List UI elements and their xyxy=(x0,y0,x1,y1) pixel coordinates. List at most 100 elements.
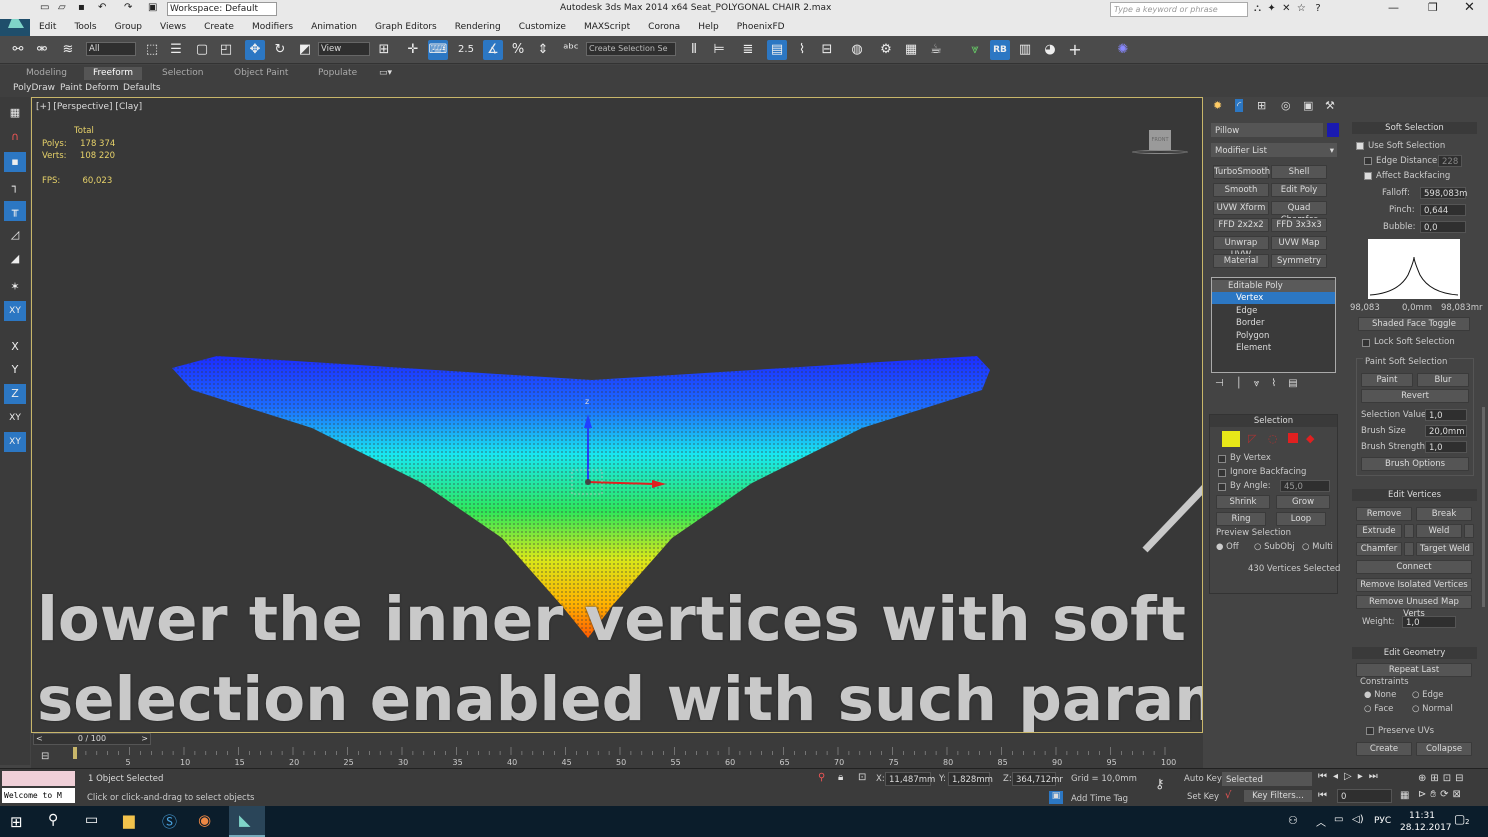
viewcube-ring[interactable] xyxy=(1132,150,1188,154)
ring-button[interactable]: Ring xyxy=(1216,512,1266,526)
soft-selection-header[interactable]: Soft Selection xyxy=(1352,122,1477,134)
ribbon-subtab-paint-deform[interactable]: Paint Deform xyxy=(60,82,119,95)
ribbon-tab-object-paint[interactable]: Object Paint xyxy=(234,67,288,80)
modifier-button-ffd-3x3x3[interactable]: FFD 3x3x3 xyxy=(1271,218,1327,233)
lock-soft-selection-checkbox[interactable] xyxy=(1362,339,1370,347)
ribbon-tab-modeling[interactable]: Modeling xyxy=(26,67,67,80)
target-weld-button[interactable]: Target Weld xyxy=(1416,542,1474,556)
close-icon[interactable]: ✕ xyxy=(1464,0,1475,15)
extrude-button[interactable]: Extrude xyxy=(1356,524,1402,538)
edge-snap-icon[interactable]: ◿ xyxy=(4,225,26,245)
rb-plugin-icon[interactable]: RB xyxy=(990,40,1010,60)
teapot-icon[interactable]: ◕ xyxy=(1040,40,1060,60)
project-folder-icon[interactable]: ▣ xyxy=(148,2,157,13)
maximize-viewport-icon[interactable]: ⊠ xyxy=(1452,789,1464,800)
orbit-icon[interactable]: ⟳ xyxy=(1440,789,1452,800)
field-of-view-icon[interactable]: ⊳ xyxy=(1418,789,1430,800)
maxscript-mini-listener[interactable]: Welcome to M xyxy=(2,788,75,803)
stack-item-border[interactable]: Border xyxy=(1212,317,1335,329)
constraint-normal-radio[interactable]: ○ Normal xyxy=(1412,704,1453,714)
modifier-list-dropdown[interactable]: Modifier List ▾ xyxy=(1211,143,1337,157)
ribbon-subtab-polydraw[interactable]: PolyDraw xyxy=(13,82,55,95)
by-angle-checkbox[interactable] xyxy=(1218,483,1226,491)
task-view-icon[interactable]: ▭ xyxy=(85,812,98,828)
utilities-tab-icon[interactable]: ⚒ xyxy=(1325,99,1335,112)
corona-converter-icon[interactable]: ⩔ xyxy=(965,40,985,60)
constraint-face-radio[interactable]: ○ Face xyxy=(1364,704,1393,714)
modifier-button-uvw-xform[interactable]: UVW Xform xyxy=(1213,200,1269,215)
viewcube[interactable]: FRONT xyxy=(1132,128,1188,156)
help-icon[interactable]: ? xyxy=(1315,3,1320,14)
y-coordinate-field[interactable]: 1,828mm xyxy=(948,772,993,786)
toggle-ribbon-icon[interactable]: ▤ xyxy=(767,40,787,60)
create-tab-icon[interactable]: ✹ xyxy=(1213,99,1222,112)
modifier-button-quad-chamfer[interactable]: Quad Chamfer xyxy=(1271,200,1327,225)
selection-filter-dropdown[interactable]: All xyxy=(86,42,136,56)
axis-constraint-z[interactable]: Z xyxy=(4,384,26,404)
weight-spinner[interactable]: 1,0 xyxy=(1402,616,1456,628)
show-end-result-icon[interactable]: │ xyxy=(1236,378,1254,389)
modifier-button-symmetry[interactable]: Symmetry xyxy=(1271,254,1327,268)
time-configuration-icon[interactable]: ▦ xyxy=(1400,790,1409,801)
modifier-button-turbosmooth[interactable]: TurboSmooth xyxy=(1213,165,1270,179)
edge-distance-checkbox[interactable] xyxy=(1364,157,1372,165)
ribbon-tab-selection[interactable]: Selection xyxy=(162,67,203,80)
create-button[interactable]: Create xyxy=(1356,742,1412,756)
menu-item-group[interactable]: Group xyxy=(115,19,142,36)
chamfer-button[interactable]: Chamfer xyxy=(1356,542,1402,556)
menu-item-corona[interactable]: Corona xyxy=(648,19,680,36)
tray-expand-icon[interactable]: ︿ xyxy=(1316,814,1326,829)
endpoint-snap-icon[interactable]: ┐ xyxy=(4,177,26,197)
vertex-snap-icon[interactable]: ▪ xyxy=(4,152,26,172)
exchange-icon[interactable]: ✕ xyxy=(1282,3,1290,14)
preview-off-radio[interactable]: ● Off xyxy=(1216,542,1239,552)
menu-item-create[interactable]: Create xyxy=(204,19,234,36)
z-coordinate-field[interactable]: 364,712mr xyxy=(1012,772,1063,786)
language-indicator[interactable]: РУС xyxy=(1374,816,1391,826)
x-coordinate-field[interactable]: 11,487mm xyxy=(885,772,935,786)
affect-backfacing-checkbox[interactable] xyxy=(1364,172,1372,180)
menu-item-tools[interactable]: Tools xyxy=(74,19,96,36)
save-file-icon[interactable]: ▪ xyxy=(78,2,85,13)
menu-item-modifiers[interactable]: Modifiers xyxy=(252,19,293,36)
falloff-spinner[interactable]: 598,083m xyxy=(1420,187,1467,199)
auto-key-button[interactable]: Auto Key xyxy=(1184,774,1222,784)
time-slider[interactable]: < 0 / 100 > xyxy=(33,733,151,745)
network-icon[interactable]: ▭ xyxy=(1334,814,1343,825)
open-file-icon[interactable]: ▱ xyxy=(58,2,66,13)
mirror-icon[interactable]: ⫴ xyxy=(684,40,704,60)
menu-item-customize[interactable]: Customize xyxy=(519,19,566,36)
collapse-button[interactable]: Collapse xyxy=(1416,742,1472,756)
pan-icon[interactable]: ✋︎ xyxy=(1430,789,1440,800)
ribbon-options-icon[interactable]: ▭▾ xyxy=(379,67,392,80)
brush-options-button[interactable]: Brush Options xyxy=(1361,457,1469,471)
modifier-button-edit-poly[interactable]: Edit Poly xyxy=(1271,182,1327,197)
make-unique-icon[interactable]: ⩔ xyxy=(1254,378,1272,389)
modifier-button-shell[interactable]: Shell xyxy=(1271,165,1327,179)
play-icon[interactable]: ▷ xyxy=(1344,771,1358,782)
configure-modifier-sets-icon[interactable]: ▤ xyxy=(1288,378,1309,389)
current-frame-field[interactable]: 0 xyxy=(1337,789,1392,803)
chamfer-settings-button[interactable] xyxy=(1404,542,1414,556)
modify-tab-icon[interactable]: ◜ xyxy=(1235,99,1244,112)
pin-stack-icon[interactable]: ⊣ xyxy=(1215,378,1236,389)
new-file-icon[interactable]: ▭ xyxy=(40,2,49,13)
render-setup-icon[interactable]: ⚙ xyxy=(876,40,896,60)
manipulate-icon[interactable]: ✛ xyxy=(403,40,423,60)
mini-curve-editor-icon[interactable]: ⊟ xyxy=(41,751,49,762)
constraint-none-radio[interactable]: ● None xyxy=(1364,690,1396,700)
constraint-edge-radio[interactable]: ○ Edge xyxy=(1412,690,1444,700)
blur-button[interactable]: Blur xyxy=(1417,373,1469,387)
curve-editor-icon[interactable]: ⌇ xyxy=(792,40,812,60)
key-mode-dropdown[interactable]: Selected xyxy=(1222,772,1312,786)
loop-button[interactable]: Loop xyxy=(1276,512,1326,526)
polygon-mode-icon[interactable] xyxy=(1288,433,1298,443)
stack-item-editable-poly[interactable]: Editable Poly xyxy=(1212,280,1335,292)
brush-strength-spinner[interactable]: 1,0 xyxy=(1425,441,1467,453)
menu-item-animation[interactable]: Animation xyxy=(311,19,357,36)
border-mode-icon[interactable]: ◌ xyxy=(1268,432,1278,445)
object-color-swatch[interactable] xyxy=(1327,123,1339,137)
stack-item-polygon[interactable]: Polygon xyxy=(1212,330,1335,342)
time-tag-icon[interactable]: ▣ xyxy=(1049,791,1063,804)
rendered-frame-window-icon[interactable]: ▦ xyxy=(901,40,921,60)
